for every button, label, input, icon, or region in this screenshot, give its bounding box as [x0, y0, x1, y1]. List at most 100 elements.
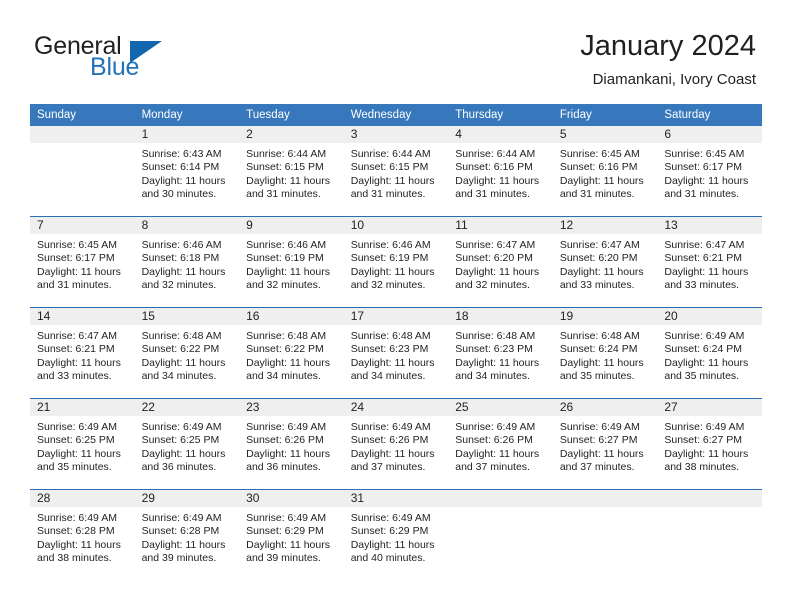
day-number: 7	[30, 217, 135, 234]
sunset-text: Sunset: 6:23 PM	[350, 343, 429, 356]
calendar-day-cell[interactable]: 11 Sunrise: 6:47 AM Sunset: 6:20 PM Dayl…	[448, 216, 553, 308]
day-details: Sunrise: 6:47 AM Sunset: 6:20 PM Dayligh…	[448, 234, 553, 293]
calendar-day-cell[interactable]: 12 Sunrise: 6:47 AM Sunset: 6:20 PM Dayl…	[552, 216, 658, 308]
day-details: Sunrise: 6:43 AM Sunset: 6:14 PM Dayligh…	[135, 143, 240, 202]
day-number	[448, 490, 553, 507]
calendar-day-cell[interactable]: 10 Sunrise: 6:46 AM Sunset: 6:19 PM Dayl…	[343, 216, 449, 308]
daylight-text: Daylight: 11 hours and 38 minutes.	[664, 447, 749, 474]
calendar-day-cell[interactable]: 4 Sunrise: 6:44 AM Sunset: 6:16 PM Dayli…	[448, 126, 553, 217]
calendar-day-cell[interactable]: 22 Sunrise: 6:49 AM Sunset: 6:25 PM Dayl…	[134, 398, 240, 490]
calendar-day-cell	[30, 126, 135, 217]
calendar-day-cell[interactable]: 19 Sunrise: 6:48 AM Sunset: 6:24 PM Dayl…	[552, 307, 658, 399]
sunrise-text: Sunrise: 6:45 AM	[559, 148, 640, 160]
day-details: Sunrise: 6:44 AM Sunset: 6:15 PM Dayligh…	[344, 143, 449, 202]
daylight-text: Daylight: 11 hours and 31 minutes.	[559, 174, 644, 201]
page-header: General Blue January 2024 Diamankani, Iv…	[0, 0, 792, 100]
sunrise-text: Sunrise: 6:48 AM	[141, 330, 222, 342]
calendar-day-cell[interactable]: 3 Sunrise: 6:44 AM Sunset: 6:15 PM Dayli…	[343, 126, 449, 217]
day-number: 6	[657, 126, 762, 143]
sunset-text: Sunset: 6:24 PM	[559, 343, 638, 356]
calendar-day-cell[interactable]: 23 Sunrise: 6:49 AM Sunset: 6:26 PM Dayl…	[239, 398, 344, 490]
sunrise-text: Sunrise: 6:48 AM	[350, 330, 431, 342]
daylight-text: Daylight: 11 hours and 36 minutes.	[141, 447, 226, 474]
calendar-day-cell[interactable]: 26 Sunrise: 6:49 AM Sunset: 6:27 PM Dayl…	[552, 398, 658, 490]
daylight-text: Daylight: 11 hours and 31 minutes.	[350, 174, 435, 201]
calendar-day-cell[interactable]: 24 Sunrise: 6:49 AM Sunset: 6:26 PM Dayl…	[343, 398, 449, 490]
calendar-table: Sunday Monday Tuesday Wednesday Thursday…	[30, 104, 762, 580]
page-title: January 2024	[580, 30, 756, 62]
day-number	[657, 490, 762, 507]
day-details: Sunrise: 6:49 AM Sunset: 6:26 PM Dayligh…	[448, 416, 553, 475]
calendar-day-cell[interactable]: 29 Sunrise: 6:49 AM Sunset: 6:28 PM Dayl…	[134, 489, 240, 580]
day-details: Sunrise: 6:49 AM Sunset: 6:27 PM Dayligh…	[657, 416, 762, 475]
calendar-day-cell[interactable]: 16 Sunrise: 6:48 AM Sunset: 6:22 PM Dayl…	[239, 307, 344, 399]
sunrise-text: Sunrise: 6:44 AM	[246, 148, 327, 160]
sunset-text: Sunset: 6:19 PM	[350, 252, 429, 265]
calendar-day-cell[interactable]: 8 Sunrise: 6:46 AM Sunset: 6:18 PM Dayli…	[134, 216, 240, 308]
calendar-day-cell[interactable]: 6 Sunrise: 6:45 AM Sunset: 6:17 PM Dayli…	[657, 126, 762, 217]
day-number: 9	[239, 217, 344, 234]
daylight-text: Daylight: 11 hours and 34 minutes.	[350, 356, 435, 383]
sunset-text: Sunset: 6:15 PM	[246, 161, 324, 174]
sunrise-text: Sunrise: 6:43 AM	[141, 148, 222, 160]
calendar-day-cell[interactable]: 9 Sunrise: 6:46 AM Sunset: 6:19 PM Dayli…	[239, 216, 344, 308]
calendar-day-cell[interactable]: 17 Sunrise: 6:48 AM Sunset: 6:23 PM Dayl…	[343, 307, 449, 399]
calendar-day-cell[interactable]: 2 Sunrise: 6:44 AM Sunset: 6:15 PM Dayli…	[239, 126, 344, 217]
day-details: Sunrise: 6:49 AM Sunset: 6:24 PM Dayligh…	[657, 325, 762, 384]
calendar-day-cell[interactable]: 1 Sunrise: 6:43 AM Sunset: 6:14 PM Dayli…	[134, 126, 240, 217]
calendar-day-cell[interactable]: 30 Sunrise: 6:49 AM Sunset: 6:29 PM Dayl…	[239, 489, 344, 580]
daylight-text: Daylight: 11 hours and 33 minutes.	[37, 356, 121, 383]
daylight-text: Daylight: 11 hours and 34 minutes.	[141, 356, 226, 383]
day-details: Sunrise: 6:44 AM Sunset: 6:16 PM Dayligh…	[448, 143, 553, 202]
daylight-text: Daylight: 11 hours and 32 minutes.	[141, 265, 226, 292]
calendar-day-cell[interactable]: 14 Sunrise: 6:47 AM Sunset: 6:21 PM Dayl…	[30, 307, 135, 399]
daylight-text: Daylight: 11 hours and 37 minutes.	[350, 447, 435, 474]
calendar-header-row: Sunday Monday Tuesday Wednesday Thursday…	[30, 104, 762, 126]
general-blue-logo[interactable]: General Blue	[34, 33, 224, 87]
sunset-text: Sunset: 6:20 PM	[559, 252, 638, 265]
calendar-day-cell[interactable]: 5 Sunrise: 6:45 AM Sunset: 6:16 PM Dayli…	[552, 126, 658, 217]
sunrise-text: Sunrise: 6:47 AM	[664, 239, 745, 251]
sunrise-text: Sunrise: 6:49 AM	[559, 421, 640, 433]
sunrise-text: Sunrise: 6:45 AM	[664, 148, 745, 160]
sunrise-text: Sunrise: 6:48 AM	[455, 330, 536, 342]
day-number: 23	[239, 399, 344, 416]
sunrise-text: Sunrise: 6:49 AM	[246, 512, 327, 524]
calendar-day-cell[interactable]: 18 Sunrise: 6:48 AM Sunset: 6:23 PM Dayl…	[448, 307, 553, 399]
sunset-text: Sunset: 6:16 PM	[559, 161, 638, 174]
day-number: 5	[552, 126, 658, 143]
calendar-day-cell[interactable]: 20 Sunrise: 6:49 AM Sunset: 6:24 PM Dayl…	[657, 307, 762, 399]
calendar-day-cell[interactable]: 13 Sunrise: 6:47 AM Sunset: 6:21 PM Dayl…	[657, 216, 762, 308]
day-number	[552, 490, 658, 507]
calendar-week-row: 21 Sunrise: 6:49 AM Sunset: 6:25 PM Dayl…	[30, 398, 762, 490]
calendar-day-cell[interactable]: 28 Sunrise: 6:49 AM Sunset: 6:28 PM Dayl…	[30, 489, 135, 580]
calendar-day-cell[interactable]: 15 Sunrise: 6:48 AM Sunset: 6:22 PM Dayl…	[134, 307, 240, 399]
day-number: 17	[343, 308, 449, 325]
weekday-header-friday: Friday	[552, 104, 658, 126]
day-details: Sunrise: 6:44 AM Sunset: 6:15 PM Dayligh…	[239, 143, 344, 202]
day-number: 11	[448, 217, 553, 234]
day-number: 3	[343, 126, 449, 143]
calendar-week-row: 28 Sunrise: 6:49 AM Sunset: 6:28 PM Dayl…	[30, 489, 762, 580]
day-number: 20	[657, 308, 762, 325]
calendar-day-cell[interactable]: 31 Sunrise: 6:49 AM Sunset: 6:29 PM Dayl…	[343, 489, 449, 580]
calendar-day-cell[interactable]: 7 Sunrise: 6:45 AM Sunset: 6:17 PM Dayli…	[30, 216, 135, 308]
calendar-day-cell[interactable]: 27 Sunrise: 6:49 AM Sunset: 6:27 PM Dayl…	[657, 398, 762, 490]
sunrise-text: Sunrise: 6:44 AM	[455, 148, 536, 160]
sunset-text: Sunset: 6:25 PM	[141, 434, 220, 447]
calendar-day-cell[interactable]: 21 Sunrise: 6:49 AM Sunset: 6:25 PM Dayl…	[30, 398, 135, 490]
sunrise-text: Sunrise: 6:49 AM	[37, 512, 117, 524]
calendar-day-cell[interactable]: 25 Sunrise: 6:49 AM Sunset: 6:26 PM Dayl…	[448, 398, 553, 490]
day-number: 4	[448, 126, 553, 143]
daylight-text: Daylight: 11 hours and 32 minutes.	[455, 265, 540, 292]
day-number: 8	[134, 217, 240, 234]
daylight-text: Daylight: 11 hours and 37 minutes.	[455, 447, 540, 474]
day-details: Sunrise: 6:49 AM Sunset: 6:29 PM Dayligh…	[344, 507, 449, 566]
daylight-text: Daylight: 11 hours and 37 minutes.	[559, 447, 644, 474]
day-details: Sunrise: 6:47 AM Sunset: 6:21 PM Dayligh…	[657, 234, 762, 293]
day-details: Sunrise: 6:49 AM Sunset: 6:26 PM Dayligh…	[344, 416, 449, 475]
sunset-text: Sunset: 6:26 PM	[455, 434, 533, 447]
sunset-text: Sunset: 6:27 PM	[559, 434, 638, 447]
day-details: Sunrise: 6:47 AM Sunset: 6:21 PM Dayligh…	[30, 325, 135, 384]
daylight-text: Daylight: 11 hours and 31 minutes.	[664, 174, 749, 201]
